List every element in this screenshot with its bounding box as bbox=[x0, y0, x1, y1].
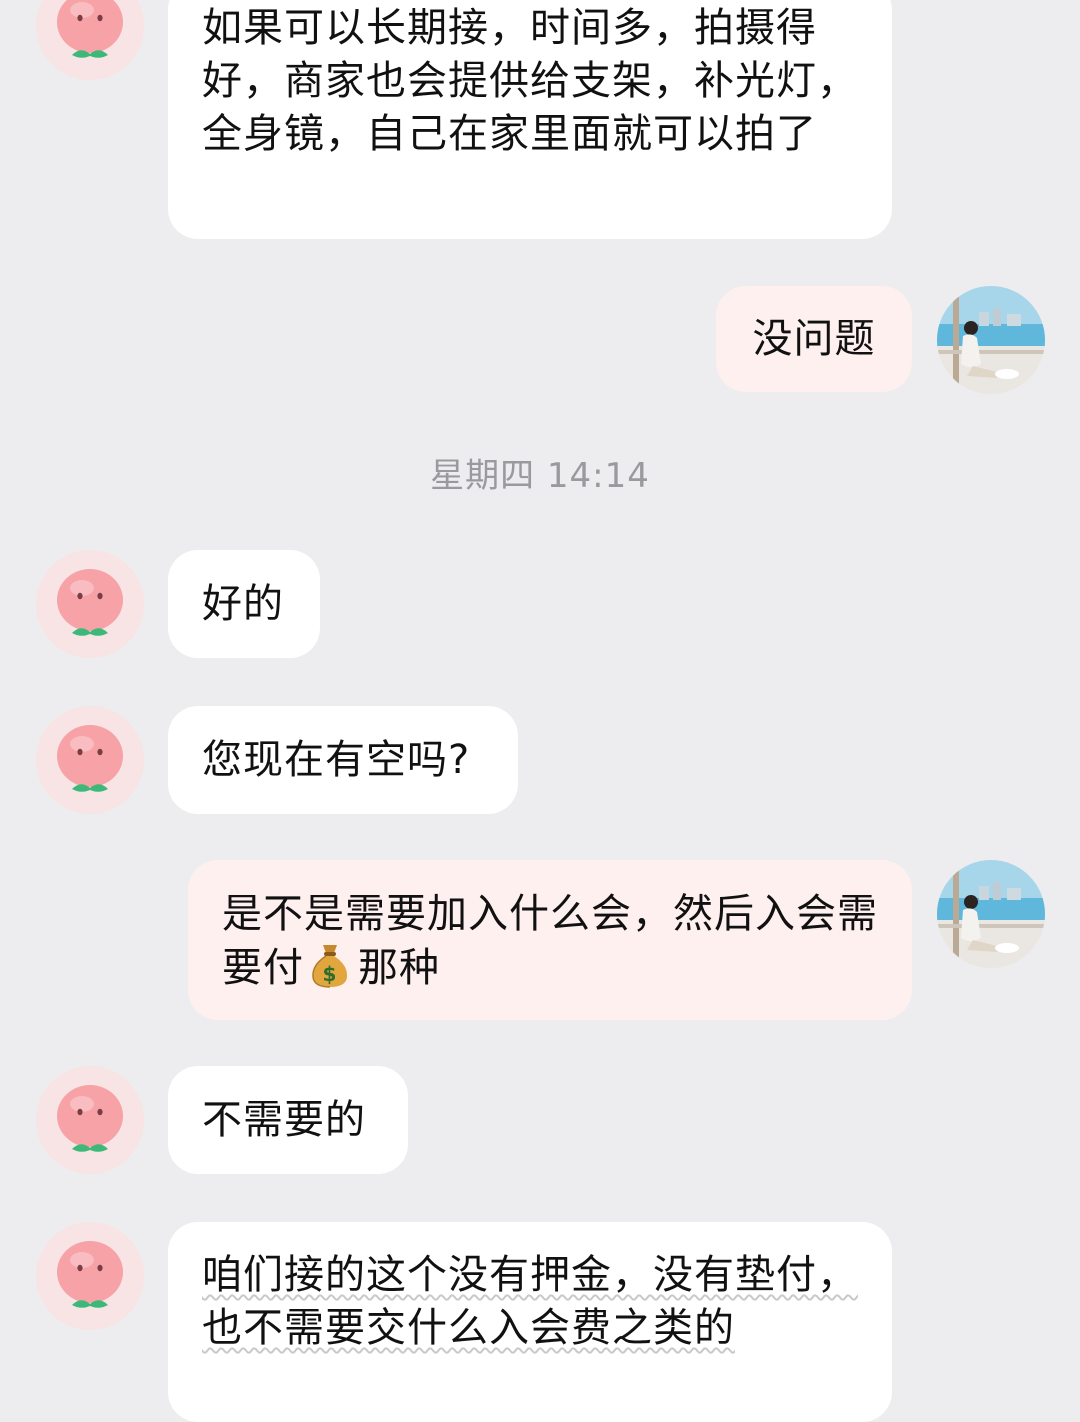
peach-avatar-icon[interactable] bbox=[36, 1066, 144, 1174]
message-text-tail: 那种 bbox=[358, 945, 440, 991]
peach-avatar-icon[interactable] bbox=[36, 0, 144, 80]
message-bubble[interactable]: 如果可以长期接，时间多，拍摄得好，商家也会提供给支架，补光灯，全身镜，自己在家里… bbox=[168, 0, 892, 239]
money-bag-icon: $ bbox=[308, 941, 352, 989]
message-bubble[interactable]: 好的 bbox=[168, 550, 320, 658]
message-text: 咱们接的这个没有押金，没有垫付，也不需要交什么入会费之类的 bbox=[202, 1252, 858, 1351]
peach-avatar-icon[interactable] bbox=[36, 1222, 144, 1330]
svg-text:$: $ bbox=[323, 962, 338, 986]
message-text: 如果可以长期接，时间多，拍摄得好，商家也会提供给支架，补光灯，全身镜，自己在家里… bbox=[202, 5, 858, 157]
peach-avatar-icon[interactable] bbox=[36, 706, 144, 814]
message-text: 没问题 bbox=[752, 315, 876, 362]
photo-avatar-icon[interactable] bbox=[937, 860, 1045, 968]
message-bubble[interactable]: 是不是需要加入什么会，然后入会需要付 $ 那种 bbox=[188, 860, 912, 1020]
message-bubble[interactable]: 咱们接的这个没有押金，没有垫付，也不需要交什么入会费之类的 bbox=[168, 1222, 892, 1422]
chat-thread: 如果可以长期接，时间多，拍摄得好，商家也会提供给支架，补光灯，全身镜，自己在家里… bbox=[0, 0, 1080, 1422]
message-bubble[interactable]: 没问题 bbox=[716, 286, 912, 392]
message-text: 您现在有空吗? bbox=[202, 736, 471, 783]
photo-avatar-icon[interactable] bbox=[937, 286, 1045, 394]
message-timestamp: 星期四 14:14 bbox=[430, 456, 650, 496]
message-text: 好的 bbox=[202, 580, 284, 627]
peach-avatar-icon[interactable] bbox=[36, 550, 144, 658]
message-bubble[interactable]: 不需要的 bbox=[168, 1066, 408, 1174]
message-bubble[interactable]: 您现在有空吗? bbox=[168, 706, 518, 814]
message-text: 不需要的 bbox=[202, 1096, 366, 1143]
